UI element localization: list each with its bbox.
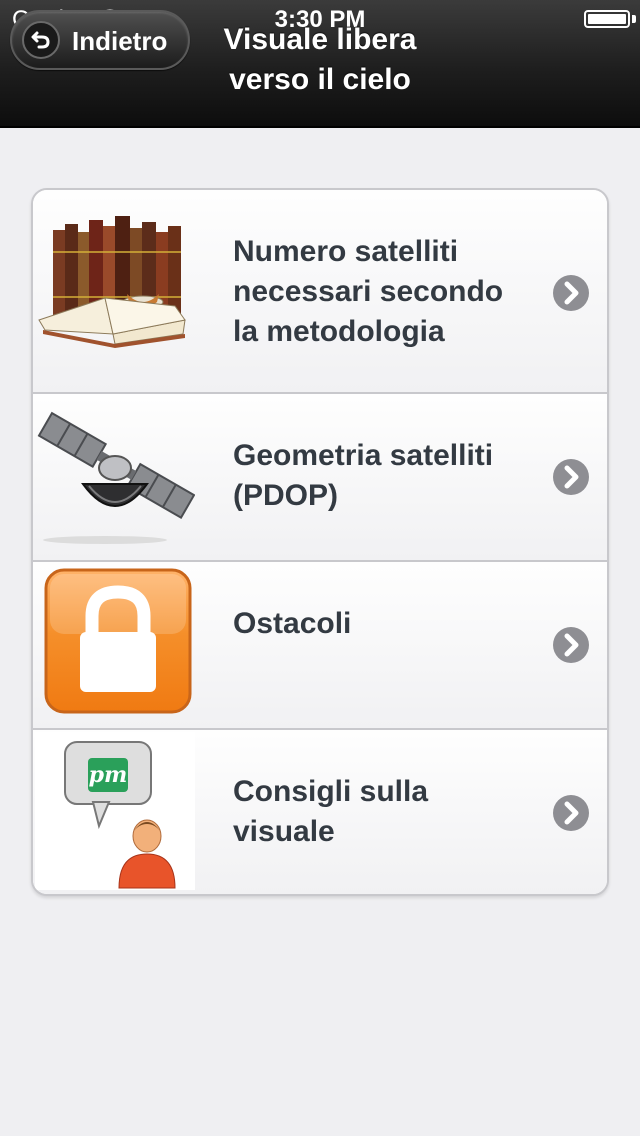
- menu-item-consigli-visuale[interactable]: pm Consigli sulla visuale: [33, 730, 607, 894]
- battery-icon: [584, 10, 630, 28]
- menu-item-numero-satelliti[interactable]: Numero satelliti necessari secondo la me…: [33, 190, 607, 394]
- menu-item-geometria-satelliti[interactable]: Geometria satelliti (PDOP): [33, 394, 607, 562]
- page-title-line-1: Visuale libera: [223, 23, 417, 56]
- chevron-right-icon: [553, 459, 589, 495]
- books-icon: [38, 216, 186, 348]
- chevron-right-icon: [553, 795, 589, 831]
- user-chat-thumbnail: pm: [35, 732, 195, 890]
- menu-item-label: Consigli sulla visuale: [233, 775, 429, 848]
- back-arrow-icon: [22, 21, 60, 59]
- menu-item-label: Numero satelliti necessari secondo la me…: [233, 235, 504, 348]
- pm-badge: pm: [88, 762, 128, 788]
- menu-item-label: Geometria satelliti (PDOP): [233, 439, 494, 512]
- chevron-right-icon: [553, 627, 589, 663]
- lock-icon: [44, 568, 192, 714]
- battery-tip: [632, 15, 636, 23]
- back-button[interactable]: Indietro: [10, 10, 190, 70]
- menu-item-ostacoli[interactable]: Ostacoli: [33, 562, 607, 730]
- satellite-icon: [37, 411, 195, 544]
- navigation-bar: Carrier 3:30 PM Indietro Visuale libera …: [0, 0, 640, 128]
- page-title: Visuale libera verso il cielo: [200, 20, 440, 100]
- menu-table: Numero satelliti necessari secondo la me…: [31, 188, 609, 896]
- back-button-label: Indietro: [72, 26, 168, 56]
- chevron-right-icon: [553, 275, 589, 311]
- menu-item-label: Ostacoli: [233, 607, 352, 640]
- page-title-line-2: verso il cielo: [229, 63, 411, 96]
- user-chat-icon: [64, 741, 176, 889]
